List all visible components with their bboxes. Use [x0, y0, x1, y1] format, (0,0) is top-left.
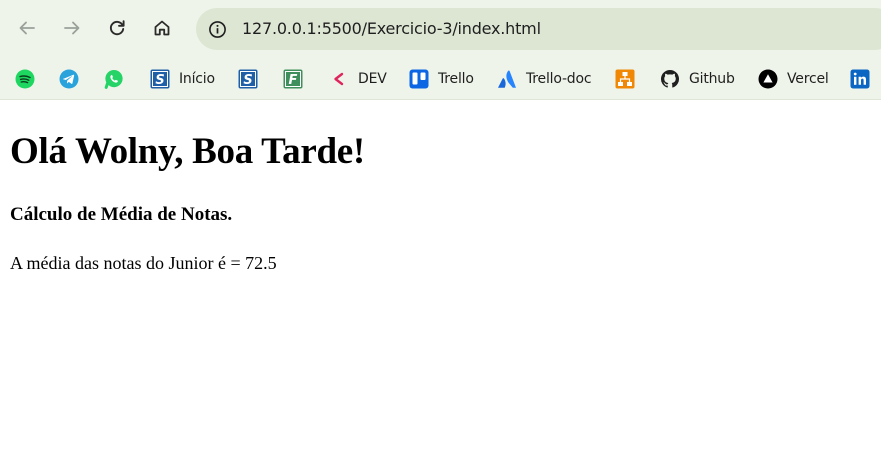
bookmark-diagram[interactable]: [609, 65, 641, 93]
page-content: Olá Wolny, Boa Tarde! Cálculo de Média d…: [0, 101, 881, 460]
bookmark-label: Trello: [438, 71, 474, 87]
page-subheading: Cálculo de Média de Notas.: [10, 204, 233, 225]
site-info-button[interactable]: [202, 14, 232, 44]
page-heading: Olá Wolny, Boa Tarde!: [10, 131, 365, 172]
bookmark-label: Vercel: [787, 71, 829, 87]
bookmark-label: DEV: [358, 71, 387, 87]
bookmarks-bar: S Início S F DEV Trello Trello-doc Githu…: [0, 58, 881, 100]
atlassian-icon: [497, 69, 517, 89]
dev-chevron-icon: [329, 69, 349, 89]
arrow-left-icon: [19, 21, 35, 35]
svg-text:F: F: [289, 73, 298, 88]
bookmark-vercel[interactable]: Vercel: [752, 65, 835, 93]
home-icon: [154, 20, 170, 36]
bookmark-trello[interactable]: Trello: [403, 65, 480, 93]
bookmark-trello-doc[interactable]: Trello-doc: [491, 65, 597, 93]
s-logo-icon: S: [238, 69, 258, 89]
reload-button[interactable]: [100, 11, 134, 45]
f-logo-icon: F: [283, 69, 303, 89]
vercel-icon: [758, 69, 778, 89]
bookmark-label: Trello-doc: [526, 71, 592, 87]
bookmark-label: Github: [689, 71, 735, 87]
whatsapp-icon: [104, 69, 124, 89]
reload-icon: [109, 20, 125, 36]
svg-text:S: S: [243, 73, 252, 88]
trello-icon: [409, 69, 429, 89]
result-text: A média das notas do Junior é = 72.5: [10, 253, 277, 273]
bookmark-s[interactable]: S: [232, 65, 264, 93]
forward-button[interactable]: [55, 11, 89, 45]
browser-toolbar: 127.0.0.1:5500/Exercicio-3/index.html: [0, 0, 881, 58]
diagram-icon: [615, 69, 635, 89]
bookmark-whatsapp[interactable]: [98, 65, 130, 93]
svg-text:S: S: [155, 73, 164, 88]
bookmark-github[interactable]: Github: [654, 65, 741, 93]
info-icon: [208, 20, 226, 38]
s-logo-icon: S: [150, 69, 170, 89]
bookmark-inicio[interactable]: S Início: [144, 65, 221, 93]
linkedin-icon: [850, 69, 870, 89]
github-icon: [660, 69, 680, 89]
back-button[interactable]: [10, 11, 44, 45]
url-text[interactable]: 127.0.0.1:5500/Exercicio-3/index.html: [242, 19, 541, 38]
telegram-icon: [59, 69, 79, 89]
arrow-right-icon: [64, 21, 80, 35]
spotify-icon: [15, 69, 35, 89]
bookmark-dev[interactable]: DEV: [323, 65, 393, 93]
address-bar[interactable]: 127.0.0.1:5500/Exercicio-3/index.html: [196, 8, 881, 50]
bookmark-linkedin[interactable]: [844, 65, 876, 93]
home-button[interactable]: [145, 11, 179, 45]
bookmark-spotify[interactable]: [9, 65, 41, 93]
bookmark-f[interactable]: F: [277, 65, 309, 93]
bookmark-label: Início: [179, 71, 215, 87]
bookmark-telegram[interactable]: [53, 65, 85, 93]
